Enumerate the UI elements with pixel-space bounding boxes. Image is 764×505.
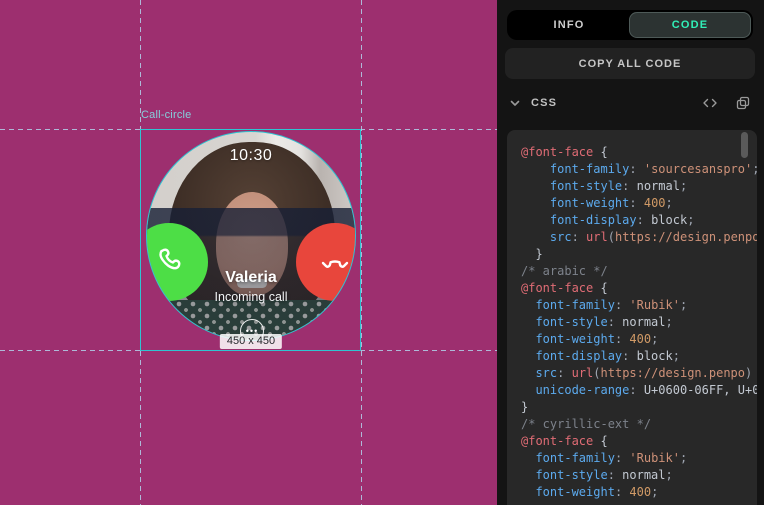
right-sidebar: INFO CODE COPY ALL CODE CSS xyxy=(497,0,764,505)
call-circle-shape[interactable]: 10:30 Valeria Incoming call ••• xyxy=(146,131,356,341)
penpot-workspace: Call-circle 10:30 xyxy=(0,0,764,505)
css-code-panel[interactable]: @font-face { font-family: 'sourcesanspro… xyxy=(507,130,757,505)
css-code: @font-face { font-family: 'sourcesanspro… xyxy=(521,144,757,501)
info-code-tabbar: INFO CODE xyxy=(507,10,753,40)
css-section-header[interactable]: CSS xyxy=(508,94,751,112)
design-canvas[interactable]: Call-circle 10:30 xyxy=(0,0,497,505)
frame-name-label[interactable]: Call-circle xyxy=(141,109,191,121)
call-time: 10:30 xyxy=(147,147,355,165)
shape-size-badge: 450 x 450 xyxy=(220,334,282,349)
code-scrollbar-thumb[interactable] xyxy=(741,132,748,158)
tab-code[interactable]: CODE xyxy=(629,12,751,38)
css-section-label: CSS xyxy=(531,97,557,109)
call-status-text: Incoming call xyxy=(147,290,355,304)
vertical-guide-right xyxy=(361,0,362,505)
copy-all-code-button[interactable]: COPY ALL CODE xyxy=(505,48,755,79)
copy-icon[interactable] xyxy=(735,95,751,111)
tab-info[interactable]: INFO xyxy=(509,12,629,38)
chevron-down-icon[interactable] xyxy=(508,96,522,110)
caller-name: Valeria xyxy=(147,269,355,287)
code-view-icon[interactable] xyxy=(702,95,718,111)
